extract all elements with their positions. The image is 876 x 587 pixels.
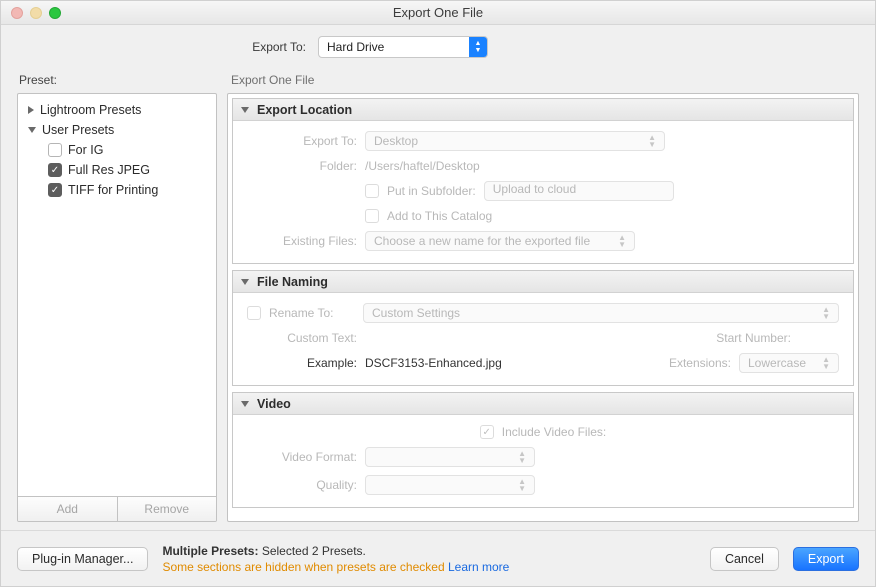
section-file-naming: File Naming Rename To: Custom Settings ▲… [232,270,854,386]
plugin-manager-button[interactable]: Plug-in Manager... [17,547,148,571]
preset-list: Lightroom Presets User Presets For IG ✓ … [17,93,217,522]
disclosure-down-icon [28,127,36,133]
subfolder-input[interactable]: Upload to cloud [484,181,674,201]
preset-group-user[interactable]: User Presets [22,120,212,140]
existing-files-select[interactable]: Choose a new name for the exported file … [365,231,635,251]
section-header-video[interactable]: Video [233,393,853,415]
label-start-number: Start Number: [716,331,791,345]
export-button[interactable]: Export [793,547,859,571]
video-quality-select[interactable]: ▲▼ [365,475,535,495]
window-title: Export One File [1,5,875,20]
export-to-label: Export To: [116,40,306,54]
extensions-select[interactable]: Lowercase ▲▼ [739,353,839,373]
preset-group-lightroom[interactable]: Lightroom Presets [22,100,212,120]
section-export-location: Export Location Export To: Desktop ▲▼ Fo… [232,98,854,264]
existing-files-value: Choose a new name for the exported file [374,234,590,248]
preset-group-label: User Presets [42,123,114,137]
export-location-select[interactable]: Desktop ▲▼ [365,131,665,151]
export-dialog: Export One File Export To: Hard Drive ▲▼… [0,0,876,587]
label-extensions: Extensions: [669,356,731,370]
disclosure-down-icon [241,279,249,285]
preset-item-for-ig[interactable]: For IG [22,140,212,160]
folder-path: /Users/haftel/Desktop [365,159,480,173]
label-rename-to: Rename To: [269,306,355,320]
settings-heading: Export One File [231,73,859,87]
extensions-value: Lowercase [748,356,806,370]
checkbox-icon[interactable] [48,143,62,157]
preset-heading: Preset: [19,73,217,87]
disclosure-right-icon [28,106,34,114]
preset-group-label: Lightroom Presets [40,103,141,117]
select-arrows-icon: ▲▼ [822,356,830,370]
label-video-format: Video Format: [247,450,357,464]
label-add-to-catalog: Add to This Catalog [387,209,492,223]
section-title: Video [257,397,291,411]
preset-add-button[interactable]: Add [18,497,117,521]
example-value: DSCF3153-Enhanced.jpg [365,356,502,370]
checkbox-subfolder[interactable] [365,184,379,198]
preset-item-tiff-for-printing[interactable]: ✓ TIFF for Printing [22,180,212,200]
label-video-quality: Quality: [247,478,357,492]
dialog-footer: Plug-in Manager... Multiple Presets: Sel… [1,530,875,586]
checkbox-rename-to[interactable] [247,306,261,320]
section-video: Video Include Video Files: Video Format:… [232,392,854,508]
export-location-value: Desktop [374,134,418,148]
label-existing-files: Existing Files: [247,234,357,248]
preset-item-full-res-jpeg[interactable]: ✓ Full Res JPEG [22,160,212,180]
preset-item-label: Full Res JPEG [68,163,150,177]
rename-template-value: Custom Settings [372,306,460,320]
video-format-select[interactable]: ▲▼ [365,447,535,467]
hidden-sections-warning: Some sections are hidden when presets ar… [162,560,444,574]
disclosure-down-icon [241,107,249,113]
cancel-button[interactable]: Cancel [710,547,779,571]
multiple-presets-rest: Selected 2 Presets. [262,544,366,558]
disclosure-down-icon [241,401,249,407]
section-title: Export Location [257,103,352,117]
rename-template-select[interactable]: Custom Settings ▲▼ [363,303,839,323]
preset-sidebar: Preset: Lightroom Presets User Presets F… [17,69,217,522]
select-stepper-icon: ▲▼ [469,37,487,57]
footer-message: Multiple Presets: Selected 2 Presets. So… [162,543,509,575]
export-to-row: Export To: Hard Drive ▲▼ [1,25,875,69]
checkbox-checked-icon[interactable]: ✓ [48,163,62,177]
settings-scroll[interactable]: Export Location Export To: Desktop ▲▼ Fo… [227,93,859,522]
settings-column: Export One File Export Location Export T… [227,69,859,522]
export-to-value: Hard Drive [319,40,469,54]
subfolder-placeholder: Upload to cloud [493,182,576,196]
select-arrows-icon: ▲▼ [822,306,830,320]
multiple-presets-bold: Multiple Presets: [162,544,258,558]
export-to-select[interactable]: Hard Drive ▲▼ [318,36,488,58]
select-arrows-icon: ▲▼ [648,134,656,148]
preset-item-label: For IG [68,143,103,157]
section-header-export-location[interactable]: Export Location [233,99,853,121]
preset-item-label: TIFF for Printing [68,183,158,197]
label-put-in-subfolder: Put in Subfolder: [387,184,476,198]
learn-more-link[interactable]: Learn more [448,560,509,574]
preset-remove-button[interactable]: Remove [117,497,217,521]
section-title: File Naming [257,275,328,289]
label-custom-text: Custom Text: [247,331,357,345]
select-arrows-icon: ▲▼ [518,478,526,492]
select-arrows-icon: ▲▼ [518,450,526,464]
checkbox-checked-icon[interactable]: ✓ [48,183,62,197]
label-include-video: Include Video Files: [502,425,607,439]
label-example: Example: [247,356,357,370]
titlebar: Export One File [1,1,875,25]
label-export-to: Export To: [247,134,357,148]
checkbox-add-to-catalog[interactable] [365,209,379,223]
label-folder: Folder: [247,159,357,173]
section-header-file-naming[interactable]: File Naming [233,271,853,293]
select-arrows-icon: ▲▼ [618,234,626,248]
checkbox-include-video[interactable] [480,425,494,439]
